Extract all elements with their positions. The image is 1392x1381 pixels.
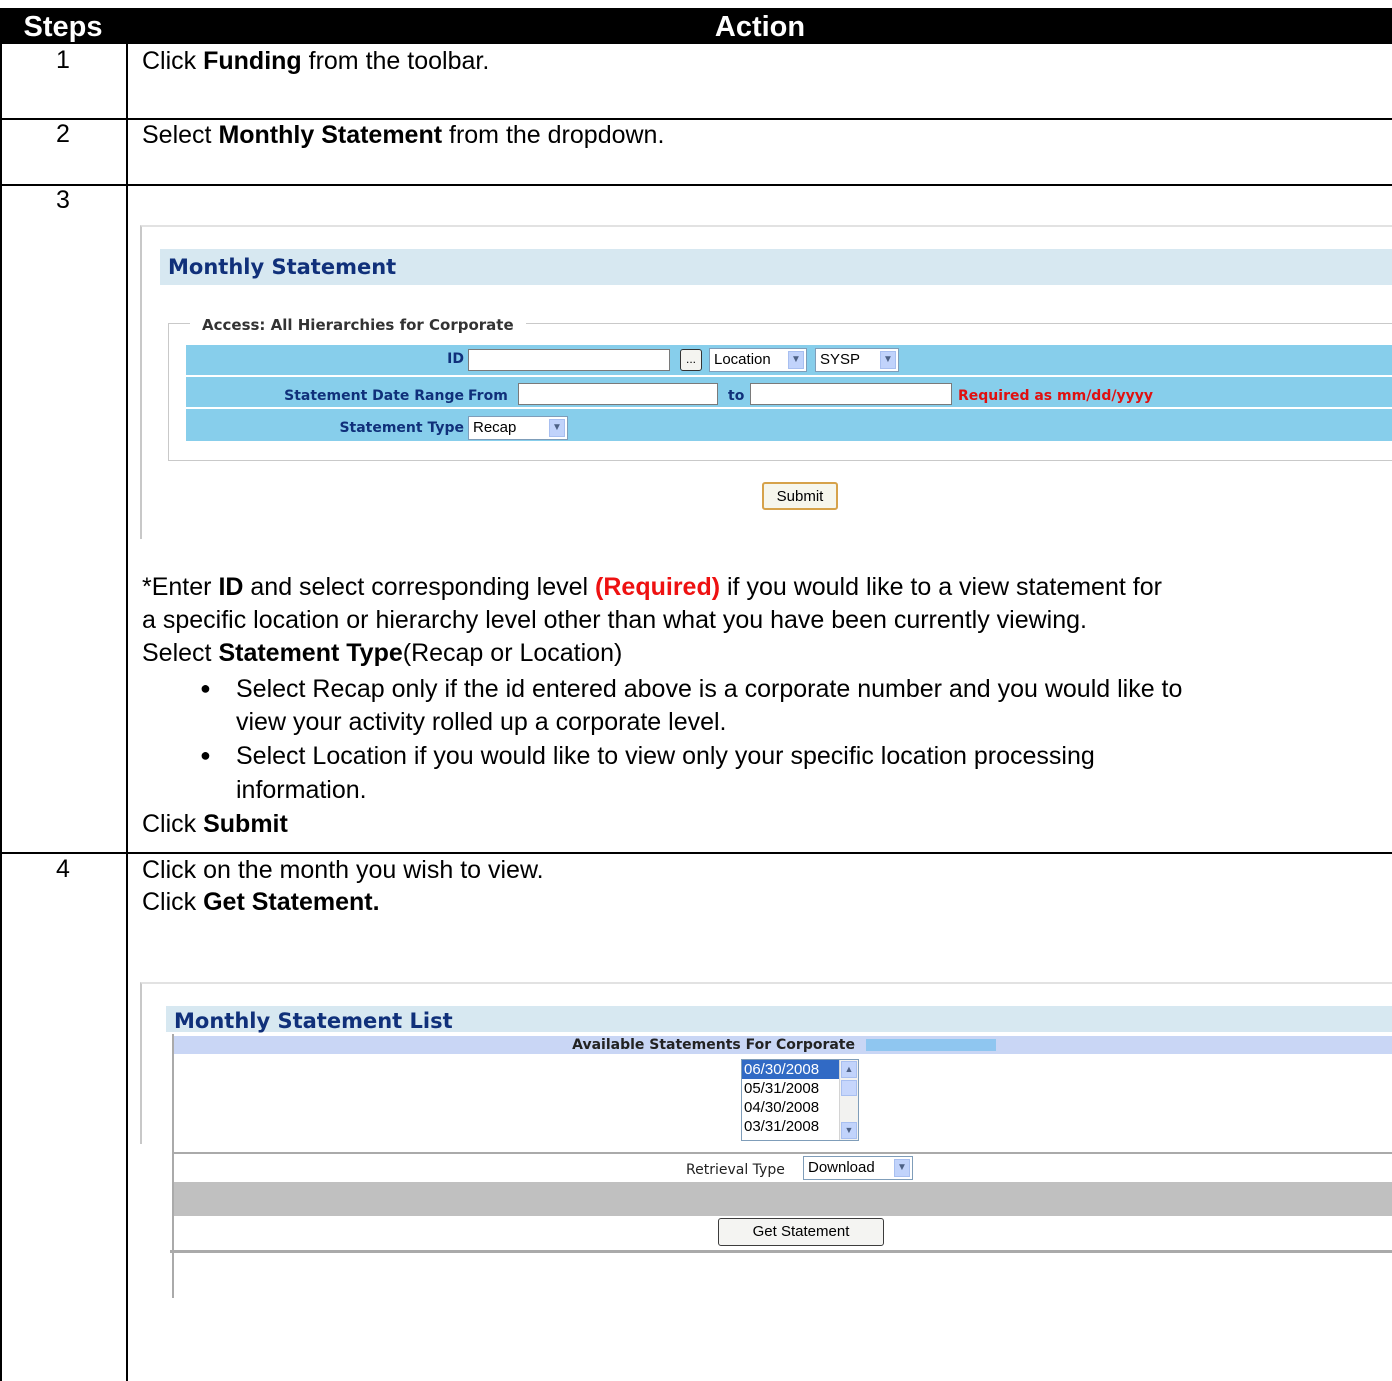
date-range-label: Statement Date Range (284, 388, 464, 404)
step-4-line-1: Click on the month you wish to view. (142, 856, 544, 884)
row-divider (0, 184, 1392, 186)
statement-list-title: Monthly Statement List (166, 1006, 1392, 1033)
to-label: to (728, 388, 745, 404)
bullet-1-line-1: Select Recap only if the id entered abov… (236, 675, 1183, 703)
bullet-2-line-1: Select Location if you would like to vie… (236, 742, 1095, 770)
to-date-input[interactable] (750, 383, 952, 405)
date-format-hint: Required as mm/dd/yyyy (958, 388, 1153, 404)
statement-date-listbox[interactable]: 06/30/2008 05/31/2008 04/30/2008 03/31/2… (741, 1059, 859, 1141)
statement-list-screenshot: Monthly Statement List Available Stateme… (140, 982, 1392, 1298)
from-label: From (468, 388, 508, 404)
instruction-table: Steps Action 1 Click Funding from the to… (0, 0, 1392, 1381)
monthly-statement-title: Monthly Statement (160, 249, 1392, 285)
statement-type-select[interactable]: Recap ▼ (468, 416, 568, 440)
left-border (0, 44, 2, 1381)
retrieval-type-label: Retrieval Type (686, 1162, 785, 1178)
list-bottom-border (170, 1250, 1392, 1253)
column-divider (126, 44, 128, 1381)
spacer-bar (174, 1182, 1392, 1216)
bullet-2-line-2: information. (236, 776, 367, 804)
step-1-text: Click Funding from the toolbar. (142, 47, 490, 75)
statement-type-label: Statement Type (339, 420, 464, 436)
scrollbar[interactable]: ▲ ▼ (839, 1060, 858, 1140)
bullet-icon: ● (200, 745, 211, 765)
chevron-down-icon: ▼ (894, 1159, 910, 1177)
bullet-icon: ● (200, 678, 211, 698)
chevron-up-icon[interactable]: ▲ (841, 1061, 857, 1078)
id-lookup-button[interactable]: ... (680, 349, 702, 371)
divider (174, 1152, 1392, 1154)
chevron-down-icon[interactable]: ▼ (841, 1122, 857, 1139)
step-3-line-3: Select Statement Type(Recap or Location) (142, 639, 623, 667)
access-legend: Access: All Hierarchies for Corporate (190, 315, 526, 335)
row-divider (0, 852, 1392, 854)
step-3-line-2: a specific location or hierarchy level o… (142, 606, 1087, 634)
bullet-1-line-2: view your activity rolled up a corporate… (236, 708, 727, 736)
step-3-line-1: *Enter ID and select corresponding level… (142, 573, 1162, 601)
step-number: 4 (56, 855, 70, 883)
available-header: Available Statements For Corporate (174, 1036, 1392, 1054)
scroll-thumb[interactable] (841, 1080, 857, 1096)
submit-button[interactable]: Submit (762, 482, 838, 510)
level-select[interactable]: Location ▼ (709, 348, 807, 372)
step-2-text: Select Monthly Statement from the dropdo… (142, 121, 665, 149)
retrieval-type-select[interactable]: Download ▼ (803, 1156, 913, 1180)
monthly-statement-screenshot: Monthly Statement Access: All Hierarchie… (140, 225, 1392, 539)
id-label: ID (447, 351, 464, 367)
table-header: Steps Action (0, 8, 1392, 44)
chevron-down-icon: ▼ (880, 351, 896, 369)
step-number: 1 (56, 46, 70, 74)
step-number: 2 (56, 120, 70, 148)
from-date-input[interactable] (518, 383, 718, 405)
chevron-down-icon: ▼ (549, 419, 565, 437)
step-4-line-2: Click Get Statement. (142, 888, 380, 916)
get-statement-button[interactable]: Get Statement (718, 1218, 884, 1246)
id-input[interactable] (468, 349, 670, 371)
steps-header: Steps (23, 11, 103, 43)
action-header: Action (714, 11, 806, 43)
chevron-down-icon: ▼ (788, 351, 804, 369)
step-number: 3 (56, 186, 70, 214)
corporate-id-redacted (865, 1039, 996, 1051)
step-3-closing: Click Submit (142, 810, 288, 838)
system-select[interactable]: SYSP ▼ (815, 348, 899, 372)
